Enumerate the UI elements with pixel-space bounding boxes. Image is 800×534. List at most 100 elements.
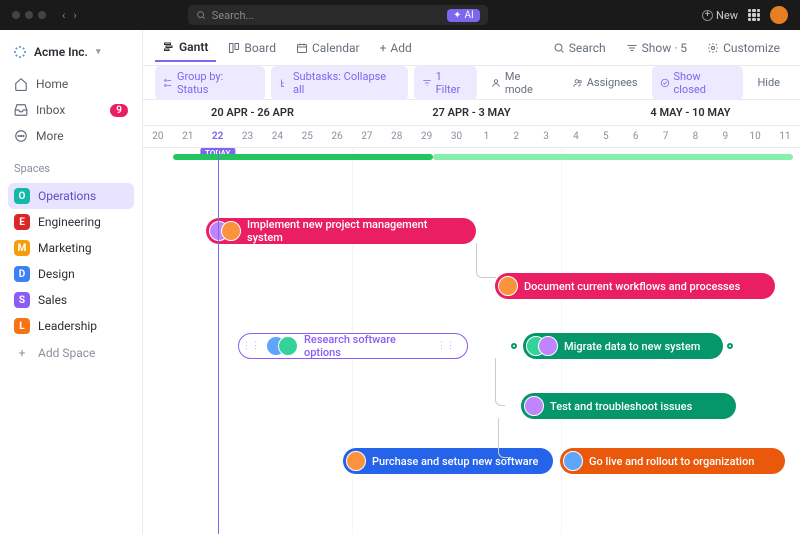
add-view-button[interactable]: +Add xyxy=(372,35,420,61)
more-icon xyxy=(14,129,28,143)
new-button[interactable]: +New xyxy=(702,9,738,22)
day-cell: 24 xyxy=(262,126,292,147)
dependency-connector xyxy=(498,418,508,458)
dependency-dot[interactable] xyxy=(511,343,517,349)
space-label: Marketing xyxy=(38,241,92,255)
task-label: Go live and rollout to organization xyxy=(589,455,754,468)
space-color-square: L xyxy=(14,318,30,334)
customize-button[interactable]: Customize xyxy=(699,35,788,61)
space-color-square: M xyxy=(14,240,30,256)
task-avatars xyxy=(524,396,544,416)
show-icon xyxy=(626,42,638,54)
avatar xyxy=(498,276,518,296)
subtasks-pill[interactable]: Subtasks: Collapse all xyxy=(271,66,408,100)
person-icon xyxy=(491,78,501,88)
gantt-task[interactable]: Test and troubleshoot issues xyxy=(521,393,736,419)
gantt-task[interactable]: Implement new project management system xyxy=(206,218,476,244)
apps-grid-icon[interactable] xyxy=(748,9,760,21)
sidebar-item-home[interactable]: Home xyxy=(8,72,134,96)
avatar xyxy=(221,221,241,241)
tab-gantt[interactable]: Gantt xyxy=(155,34,216,62)
task-avatars xyxy=(209,221,241,241)
week-header: 20 APR - 26 APR xyxy=(143,100,362,125)
sidebar-space-marketing[interactable]: M Marketing xyxy=(8,235,134,261)
gantt-task[interactable]: Migrate data to new system xyxy=(523,333,723,359)
sidebar-item-inbox[interactable]: Inbox 9 xyxy=(8,98,134,122)
day-cell: 3 xyxy=(531,126,561,147)
gantt-task[interactable]: Go live and rollout to organization xyxy=(560,448,785,474)
task-label: Test and troubleshoot issues xyxy=(550,400,692,413)
day-cell: 28 xyxy=(382,126,412,147)
hide-button[interactable]: Hide xyxy=(749,72,788,93)
week-header: 4 MAY - 10 MAY xyxy=(581,100,800,125)
show-button[interactable]: Show · 5 xyxy=(618,35,695,61)
group-by-pill[interactable]: Group by: Status xyxy=(155,66,265,100)
traffic-lights[interactable] xyxy=(12,11,46,19)
task-avatars xyxy=(563,451,583,471)
day-cell: 7 xyxy=(651,126,681,147)
space-color-square: S xyxy=(14,292,30,308)
today-line xyxy=(218,148,219,534)
filter-pill[interactable]: 1 Filter xyxy=(414,66,477,100)
space-label: Engineering xyxy=(38,215,101,229)
tab-calendar[interactable]: Calendar xyxy=(288,35,368,61)
inbox-icon xyxy=(14,103,28,117)
forward-arrow-icon[interactable]: › xyxy=(73,9,76,22)
gantt-task[interactable]: Document current workflows and processes xyxy=(495,273,775,299)
workspace-name: Acme Inc. xyxy=(34,45,88,59)
sidebar-space-design[interactable]: DDesign xyxy=(8,261,134,287)
back-arrow-icon[interactable]: ‹ xyxy=(62,9,65,22)
tab-board[interactable]: Board xyxy=(220,35,284,61)
search-button[interactable]: Search xyxy=(545,35,614,61)
task-avatars xyxy=(346,451,366,471)
week-header: 27 APR - 3 MAY xyxy=(362,100,581,125)
day-cell: 4 xyxy=(561,126,591,147)
drag-handle-icon[interactable]: ⋮⋮ xyxy=(437,341,455,351)
space-color-square: O xyxy=(14,188,30,204)
content-area: Gantt Board Calendar +Add Search Show · … xyxy=(143,30,800,534)
gantt-chart[interactable]: Implement new project management system D… xyxy=(143,148,800,534)
workspace-selector[interactable]: Acme Inc. ▾ xyxy=(8,40,134,70)
task-avatars xyxy=(526,336,558,356)
day-cell: 29 xyxy=(412,126,442,147)
day-cell: 23 xyxy=(233,126,263,147)
dependency-connector xyxy=(476,243,496,278)
global-search-input[interactable]: Search... ✦ AI xyxy=(188,5,488,25)
show-closed-pill[interactable]: Show closed xyxy=(652,66,744,100)
day-cell: 26 xyxy=(322,126,352,147)
workspace-logo-icon xyxy=(12,44,28,60)
day-cell: 25 xyxy=(292,126,322,147)
assignees-pill[interactable]: Assignees xyxy=(565,72,646,93)
view-tabs: Gantt Board Calendar +Add Search Show · … xyxy=(143,30,800,66)
search-icon xyxy=(553,42,565,54)
task-label: Implement new project management system xyxy=(247,218,464,244)
task-avatars xyxy=(498,276,518,296)
day-cell: 11 xyxy=(770,126,800,147)
sidebar-space-operations[interactable]: O Operations xyxy=(8,183,134,209)
gantt-icon xyxy=(163,41,175,53)
dependency-dot[interactable] xyxy=(727,343,733,349)
add-space-button[interactable]: + Add Space xyxy=(8,341,134,365)
gantt-task[interactable]: ⋮⋮Research software options⋮⋮ xyxy=(238,333,468,359)
window-titlebar: ‹ › Search... ✦ AI +New xyxy=(0,0,800,30)
me-mode-pill[interactable]: Me mode xyxy=(483,66,559,100)
plus-icon: + xyxy=(14,346,30,360)
filter-bar: Group by: Status Subtasks: Collapse all … xyxy=(143,66,800,100)
ai-badge[interactable]: ✦ AI xyxy=(447,9,480,22)
sidebar-space-sales[interactable]: S Sales xyxy=(8,287,134,313)
avatar xyxy=(563,451,583,471)
sidebar-space-leadership[interactable]: LLeadership xyxy=(8,313,134,339)
gantt-task[interactable]: Purchase and setup new software xyxy=(343,448,553,474)
task-label: Migrate data to new system xyxy=(564,340,700,353)
sidebar-space-engineering[interactable]: EEngineering xyxy=(8,209,134,235)
dependency-connector xyxy=(495,358,505,406)
space-label: Operations xyxy=(38,189,96,203)
sidebar: Acme Inc. ▾ Home Inbox 9 More Spaces OOp… xyxy=(0,30,143,534)
space-label: Design xyxy=(38,267,75,281)
search-placeholder: Search... xyxy=(212,9,255,22)
drag-handle-icon[interactable]: ⋮⋮ xyxy=(242,341,260,351)
sidebar-item-more[interactable]: More xyxy=(8,124,134,148)
space-label: Sales xyxy=(38,293,67,307)
user-avatar[interactable] xyxy=(770,6,788,24)
day-cell: 8 xyxy=(680,126,710,147)
